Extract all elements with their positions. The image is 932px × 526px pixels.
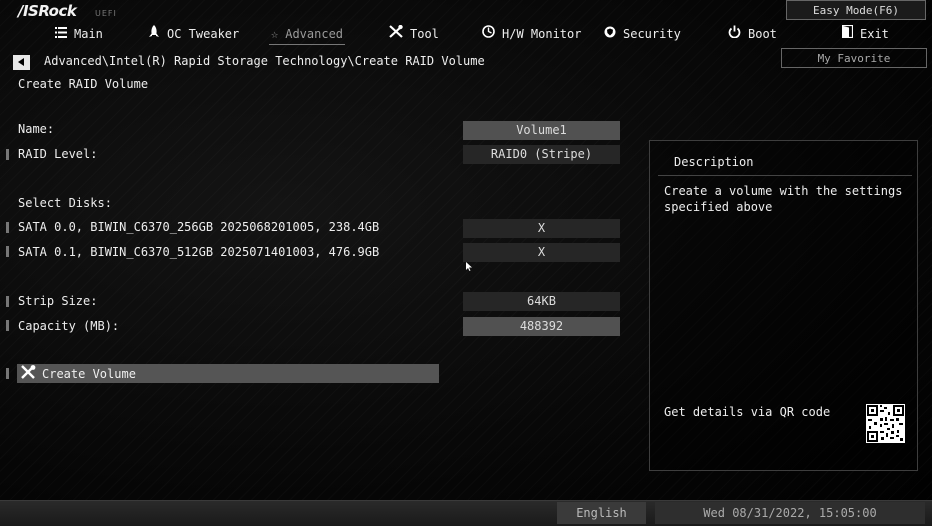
tab-main[interactable]: Main xyxy=(55,25,103,43)
disk-sata-0-1-toggle[interactable]: X xyxy=(463,243,620,262)
tab-oc-tweaker[interactable]: OC Tweaker xyxy=(148,25,239,43)
tab-tool-label: Tool xyxy=(410,27,439,41)
asrock-logo: /ISRock xyxy=(18,2,77,20)
tools-icon xyxy=(389,24,403,43)
shield-icon xyxy=(604,25,616,43)
disk-sata-0-0-toggle[interactable]: X xyxy=(463,219,620,238)
tab-hw-monitor[interactable]: H/W Monitor xyxy=(482,25,581,43)
option-marker xyxy=(6,368,9,379)
option-marker xyxy=(6,320,9,331)
create-volume-button[interactable]: Create Volume xyxy=(17,364,439,383)
description-title: Description xyxy=(674,155,754,169)
capacity-field[interactable]: 488392 xyxy=(463,317,620,336)
tab-oc-tweaker-label: OC Tweaker xyxy=(167,27,240,41)
disk-sata-0-1-label: SATA 0.1, BIWIN_C6370_512GB 202507140100… xyxy=(18,245,380,259)
volume-name-field[interactable]: Volume1 xyxy=(463,121,620,140)
tab-boot-label: Boot xyxy=(748,27,777,41)
power-icon xyxy=(728,25,741,43)
my-favorite-button[interactable]: My Favorite xyxy=(781,48,927,68)
back-arrow-icon[interactable] xyxy=(13,55,30,70)
raid-level-select[interactable]: RAID0 (Stripe) xyxy=(463,145,620,164)
tab-exit[interactable]: Exit xyxy=(841,24,889,43)
star-icon: ☆ xyxy=(271,27,279,41)
tab-security[interactable]: Security xyxy=(604,25,681,43)
qr-code-label: Get details via QR code xyxy=(664,405,831,419)
tab-exit-label: Exit xyxy=(860,27,889,41)
description-panel: Description Create a volume with the set… xyxy=(649,140,918,471)
option-marker xyxy=(6,149,9,160)
tab-tool[interactable]: Tool xyxy=(389,24,439,43)
strip-size-label: Strip Size: xyxy=(18,294,98,308)
tab-hw-monitor-label: H/W Monitor xyxy=(502,27,582,41)
disk-sata-0-0-label: SATA 0.0, BIWIN_C6370_256GB 202506820100… xyxy=(18,220,380,234)
strip-size-select[interactable]: 64KB xyxy=(463,292,620,311)
option-marker xyxy=(6,222,9,233)
name-label: Name: xyxy=(18,122,55,136)
exit-door-icon xyxy=(841,24,854,43)
page-title: Create RAID Volume xyxy=(18,77,149,91)
qr-code-icon xyxy=(866,404,905,443)
breadcrumb: Advanced\Intel(R) Rapid Storage Technolo… xyxy=(44,54,485,68)
tab-advanced[interactable]: ☆ Advanced xyxy=(269,25,346,45)
datetime-display: Wed 08/31/2022, 15:05:00 xyxy=(655,502,925,524)
tab-boot[interactable]: Boot xyxy=(728,25,777,43)
capacity-label: Capacity (MB): xyxy=(18,319,120,333)
monitor-icon xyxy=(482,25,495,43)
tab-advanced-label: Advanced xyxy=(285,27,344,41)
list-icon xyxy=(55,25,67,43)
select-disks-label: Select Disks: xyxy=(18,196,112,210)
easy-mode-button[interactable]: Easy Mode(F6) xyxy=(786,0,926,20)
active-tab-underline xyxy=(269,44,346,45)
rocket-icon xyxy=(148,25,160,43)
tab-main-label: Main xyxy=(74,27,103,41)
create-volume-label: Create Volume xyxy=(42,366,136,381)
raid-level-label: RAID Level: xyxy=(18,147,98,161)
uefi-label: UEFI xyxy=(95,9,117,18)
description-divider xyxy=(658,175,912,176)
language-button[interactable]: English xyxy=(557,502,646,524)
tab-security-label: Security xyxy=(623,27,681,41)
description-text: Create a volume with the settings specif… xyxy=(664,184,903,214)
option-marker xyxy=(6,296,9,307)
mouse-cursor-icon xyxy=(466,260,472,274)
tools-icon xyxy=(20,365,36,382)
option-marker xyxy=(6,246,9,257)
